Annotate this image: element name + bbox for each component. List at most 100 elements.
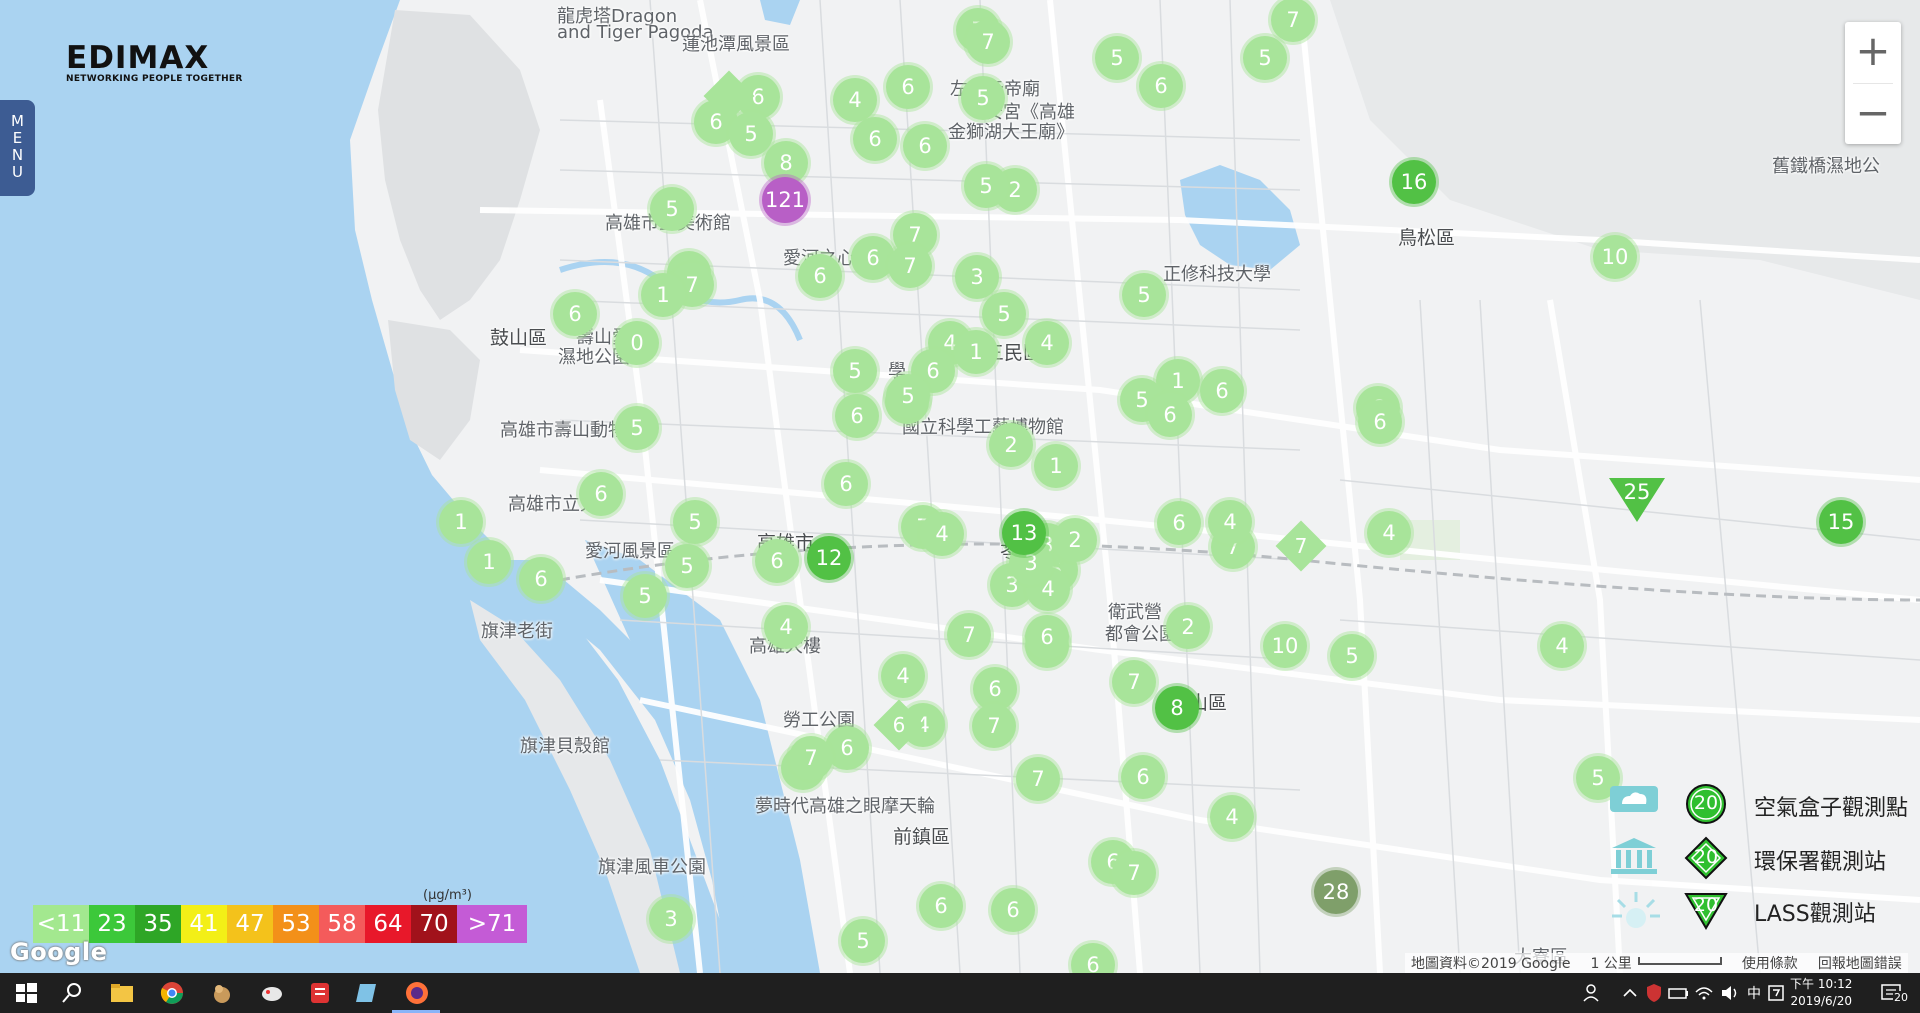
volume-icon[interactable] bbox=[1716, 979, 1744, 1007]
zoom-in-button[interactable]: + bbox=[1845, 22, 1901, 83]
app-notebook-icon[interactable] bbox=[354, 979, 382, 1007]
legend-row-triangle: 20 LASS觀測站 bbox=[1608, 888, 1918, 934]
sensor-cluster-marker[interactable]: 5 bbox=[1243, 36, 1287, 80]
battery-icon[interactable] bbox=[1664, 979, 1692, 1007]
ime-pad-icon[interactable] bbox=[1762, 979, 1790, 1007]
sensor-cluster-marker[interactable]: 4 bbox=[920, 512, 964, 556]
terms-link[interactable]: 使用條款 bbox=[1742, 953, 1798, 973]
sensor-cluster-marker[interactable]: 2 bbox=[989, 423, 1033, 467]
sensor-cluster-marker[interactable]: 7 bbox=[1112, 660, 1156, 704]
sensor-cluster-marker[interactable]: 6 bbox=[553, 292, 597, 336]
sensor-cluster-marker[interactable]: 6 bbox=[903, 124, 947, 168]
sensor-cluster-marker[interactable]: 4 bbox=[1210, 795, 1254, 839]
ime-indicator[interactable]: 中 bbox=[1747, 983, 1761, 1003]
sensor-cluster-marker[interactable]: 7 bbox=[888, 244, 932, 288]
sensor-cluster-marker[interactable]: 5 bbox=[1122, 273, 1166, 317]
sensor-cluster-marker[interactable]: 6 bbox=[1358, 400, 1402, 444]
sensor-cluster-marker[interactable]: 6 bbox=[519, 557, 563, 601]
sensor-cluster-marker[interactable]: 4 bbox=[833, 78, 877, 122]
map-view[interactable]: 龍虎塔Dragonand Tiger Pagoda蓮池潭風景區左營元帝廟安宮《高… bbox=[0, 0, 1920, 973]
sensor-cluster-marker[interactable]: 8 bbox=[1155, 686, 1199, 730]
sensor-cluster-marker[interactable]: 6 bbox=[798, 254, 842, 298]
file-explorer-icon[interactable] bbox=[108, 979, 136, 1007]
report-map-error-link[interactable]: 回報地圖錯誤 bbox=[1818, 953, 1902, 973]
sensor-cluster-marker[interactable]: 5 bbox=[841, 919, 885, 963]
app-bird-icon[interactable] bbox=[258, 979, 286, 1007]
windows-start-icon[interactable] bbox=[12, 979, 40, 1007]
sensor-cluster-marker[interactable]: 5 bbox=[982, 292, 1026, 336]
sensor-cluster-marker[interactable]: 4 bbox=[1540, 624, 1584, 668]
sensor-cluster-marker[interactable]: 4 bbox=[881, 654, 925, 698]
sensor-cluster-marker[interactable]: 7 bbox=[966, 20, 1010, 64]
sensor-cluster-marker[interactable]: 4 bbox=[764, 605, 808, 649]
sensor-cluster-marker[interactable]: 15 bbox=[1819, 500, 1863, 544]
sensor-cluster-marker[interactable]: 5 bbox=[650, 187, 694, 231]
sensor-cluster-marker[interactable]: 6 bbox=[1025, 615, 1069, 659]
sensor-cluster-marker[interactable]: 121 bbox=[762, 177, 808, 223]
sensor-cluster-marker[interactable]: 6 bbox=[1200, 369, 1244, 413]
sensor-cluster-marker[interactable]: 12 bbox=[807, 536, 851, 580]
sensor-cluster-marker[interactable]: 7 bbox=[1271, 0, 1315, 42]
sensor-cluster-marker[interactable]: 5 bbox=[615, 406, 659, 450]
sensor-cluster-marker[interactable]: 13 bbox=[1002, 511, 1046, 555]
sensor-cluster-marker[interactable]: 7 bbox=[947, 613, 991, 657]
sensor-cluster-marker[interactable]: 2 bbox=[1166, 605, 1210, 649]
sensor-cluster-marker[interactable]: 4 bbox=[1025, 321, 1069, 365]
sensor-cluster-marker[interactable]: 0 bbox=[615, 321, 659, 365]
sensor-cluster-marker[interactable]: 3 bbox=[955, 255, 999, 299]
zoom-out-button[interactable]: − bbox=[1845, 84, 1901, 145]
sensor-cluster-marker[interactable]: 6 bbox=[991, 888, 1035, 932]
app-squirrel-icon[interactable] bbox=[208, 979, 236, 1007]
epa-station-marker[interactable] bbox=[703, 70, 755, 122]
sensor-cluster-marker[interactable]: 5 bbox=[886, 374, 930, 418]
sensor-cluster-marker[interactable]: 7 bbox=[789, 736, 833, 780]
sensor-cluster-marker[interactable]: 5 bbox=[961, 76, 1005, 120]
sensor-cluster-marker[interactable]: 5 bbox=[729, 112, 773, 156]
wifi-icon[interactable] bbox=[1690, 979, 1718, 1007]
sensor-cluster-marker[interactable]: 6 bbox=[824, 462, 868, 506]
sensor-cluster-marker[interactable]: 1 bbox=[439, 500, 483, 544]
sensor-cluster-marker[interactable]: 5 bbox=[1330, 634, 1374, 678]
epa-station-marker[interactable]: 7 bbox=[1275, 520, 1327, 572]
sensor-cluster-marker[interactable]: 3 bbox=[649, 897, 693, 941]
app-red-icon[interactable] bbox=[306, 979, 334, 1007]
sensor-cluster-marker[interactable]: 5 bbox=[673, 500, 717, 544]
epa-station-marker[interactable]: 6 bbox=[873, 699, 925, 751]
sensor-cluster-marker[interactable]: 16 bbox=[1392, 160, 1436, 204]
sensor-cluster-marker[interactable]: 6 bbox=[886, 65, 930, 109]
sensor-cluster-marker[interactable]: 5 bbox=[623, 574, 667, 618]
sensor-cluster-marker[interactable]: 1 bbox=[954, 330, 998, 374]
sensor-cluster-marker[interactable]: 6 bbox=[853, 117, 897, 161]
sensor-cluster-marker[interactable]: 6 bbox=[1148, 393, 1192, 437]
sensor-cluster-marker[interactable]: 6 bbox=[1157, 501, 1201, 545]
sensor-cluster-marker[interactable]: 6 bbox=[919, 884, 963, 928]
sensor-cluster-marker[interactable]: 6 bbox=[1139, 64, 1183, 108]
sensor-cluster-marker[interactable]: 4 bbox=[1208, 500, 1252, 544]
firefox-icon[interactable] bbox=[403, 979, 431, 1007]
search-icon[interactable] bbox=[58, 979, 86, 1007]
sensor-cluster-marker[interactable]: 7 bbox=[972, 704, 1016, 748]
sensor-cluster-marker[interactable]: 10 bbox=[1263, 624, 1307, 668]
sensor-cluster-marker[interactable]: 1 bbox=[467, 540, 511, 584]
sensor-cluster-marker[interactable]: 2 bbox=[1053, 518, 1097, 562]
menu-tab[interactable]: MENU bbox=[0, 100, 35, 196]
sensor-cluster-marker[interactable]: 7 bbox=[1016, 757, 1060, 801]
people-icon[interactable] bbox=[1580, 979, 1608, 1007]
sensor-cluster-marker[interactable]: 10 bbox=[1593, 235, 1637, 279]
sensor-cluster-marker[interactable]: 6 bbox=[1121, 755, 1165, 799]
sensor-cluster-marker[interactable]: 7 bbox=[1112, 851, 1156, 895]
sensor-cluster-marker[interactable]: 6 bbox=[835, 394, 879, 438]
sensor-cluster-marker[interactable]: 28 bbox=[1314, 870, 1358, 914]
sensor-cluster-marker[interactable]: 5 bbox=[665, 544, 709, 588]
sensor-cluster-marker[interactable]: 4 bbox=[1367, 511, 1411, 555]
sensor-cluster-marker[interactable]: 6 bbox=[755, 539, 799, 583]
system-clock[interactable]: 下午 10:12 2019/6/20 bbox=[1790, 976, 1852, 1010]
sensor-cluster-marker[interactable]: 1 bbox=[641, 273, 685, 317]
sensor-cluster-marker[interactable]: 5 bbox=[964, 164, 1008, 208]
sensor-cluster-marker[interactable]: 1 bbox=[1034, 444, 1078, 488]
sensor-cluster-marker[interactable]: 6 bbox=[579, 472, 623, 516]
sensor-cluster-marker[interactable]: 5 bbox=[1095, 36, 1139, 80]
logo-tagline: NETWORKING PEOPLE TOGETHER bbox=[66, 74, 243, 84]
sensor-cluster-marker[interactable]: 5 bbox=[833, 349, 877, 393]
chrome-icon[interactable] bbox=[158, 979, 186, 1007]
